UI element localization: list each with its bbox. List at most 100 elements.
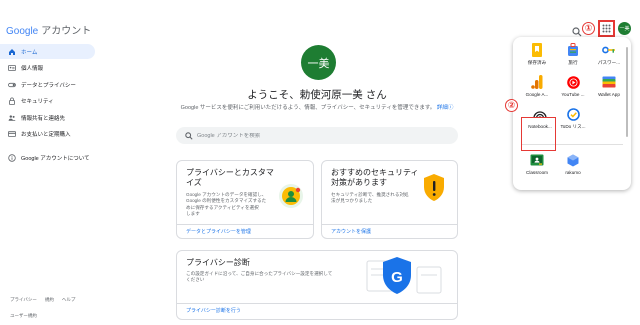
- apps-grid-icon: [602, 24, 611, 33]
- app-todo-list[interactable]: ToDo リス...: [556, 107, 590, 130]
- privacy-customization-card[interactable]: プライバシーとカスタマ イズ Google アカウントのデータを確認し、 Goo…: [176, 160, 314, 239]
- sidebar-item-label: 情報共有と連絡先: [21, 115, 66, 122]
- footer-link-user-terms[interactable]: ユーザー規約: [10, 313, 37, 319]
- logo-google-text: Google: [6, 26, 39, 37]
- desc-line: ください: [186, 277, 205, 283]
- sidebar-item-about[interactable]: Google アカウントについて: [0, 150, 95, 165]
- footer-link-terms[interactable]: 規約: [45, 297, 54, 303]
- welcome-heading: ようこそ、勅使河原一美 さん: [247, 89, 387, 101]
- desc-line: します: [186, 211, 200, 217]
- sidebar-item-label: セキュリティ: [21, 99, 54, 105]
- account-search-bar[interactable]: [176, 127, 458, 144]
- bookmark-icon: [530, 43, 544, 57]
- credit-card-icon: [8, 130, 16, 138]
- google-apps-panel: 保存済み 旅行 パスワー... Google A... YouTube ... …: [513, 37, 631, 190]
- app-passwords[interactable]: パスワー...: [592, 43, 626, 66]
- wallet-icon: [602, 75, 616, 89]
- rakumo-icon: [566, 153, 580, 167]
- card-title: プライバシー診断: [186, 258, 250, 267]
- desc-line: 法が見つかりました: [331, 198, 373, 204]
- annotation-step-2: ②: [505, 99, 518, 112]
- info-icon: [8, 153, 16, 162]
- sidebar-item-label: ホーム: [21, 49, 38, 56]
- key-icon: [602, 43, 616, 57]
- sidebar-item-sharing[interactable]: 情報共有と連絡先: [0, 110, 95, 125]
- footer-link-privacy[interactable]: プライバシー: [10, 297, 37, 303]
- analytics-icon: [530, 75, 544, 89]
- card-description: セキュリティ診断で、推奨される対処 法が見つかりました: [331, 192, 423, 205]
- protect-account-link[interactable]: アカウントを保護: [331, 228, 371, 235]
- subtitle-text: Google サービスを便利にご利用いただけるよう、情報、プライバシー、セキュリ…: [180, 105, 436, 111]
- desc-line: Google の利便性をカスタマイズするた: [186, 198, 267, 204]
- security-recommendations-card[interactable]: おすすめのセキュリティ 対策があります セキュリティ診断で、推奨される対処 法が…: [321, 160, 458, 239]
- app-label: rakumo: [565, 170, 581, 175]
- sidebar-item-label: 個人情報: [21, 66, 44, 72]
- sidebar-item-label: データとプライバシー: [21, 82, 76, 89]
- logo-account-text: アカウント: [41, 26, 92, 37]
- notebooklm-highlight: [521, 117, 556, 151]
- classroom-icon: [530, 153, 544, 167]
- card-title-line: イズ: [186, 178, 202, 187]
- privacy-checkup-illustration: G: [366, 257, 442, 294]
- lock-icon: [8, 97, 16, 105]
- manage-data-privacy-link[interactable]: データとプライバシーを管理: [186, 228, 251, 235]
- app-classroom[interactable]: Classroom: [520, 153, 554, 175]
- app-wallet[interactable]: Wallet App: [592, 75, 626, 97]
- app-label: 保存済み: [527, 60, 547, 65]
- tasks-icon: [566, 107, 580, 121]
- privacy-checkup-card[interactable]: プライバシー診断 この設定ガイドに沿って、ご自身に合ったプライバシー設定を選択し…: [176, 250, 458, 320]
- toggle-icon: [8, 81, 16, 89]
- svg-text:G: G: [391, 269, 403, 286]
- account-avatar-button[interactable]: 一美: [618, 22, 631, 35]
- account-search-input[interactable]: [197, 132, 437, 139]
- privacy-checkup-link[interactable]: プライバシー診断を行う: [186, 307, 241, 314]
- app-label: Classroom: [526, 170, 548, 175]
- apps-panel-scrollbar[interactable]: [626, 47, 628, 137]
- app-saved[interactable]: 保存済み: [520, 43, 554, 66]
- sidebar-item-label: Google アカウントについて: [21, 155, 90, 162]
- card-title-line: おすすめのセキュリティ: [331, 168, 419, 177]
- app-label: ToDo リス...: [560, 124, 586, 129]
- footer-links: プライバシー 規約 ヘルプ: [10, 297, 75, 303]
- sidebar-item-data-privacy[interactable]: データとプライバシー: [0, 77, 95, 92]
- app-label: Wallet App: [598, 92, 620, 97]
- search-icon: [185, 131, 193, 140]
- card-description: Google アカウントのデータを確認し、 Google の利便性をカスタマイズ…: [186, 192, 278, 218]
- desc-line: この設定ガイドに沿って、ご自身に合ったプライバシー設定を選択して: [186, 271, 333, 276]
- profile-avatar[interactable]: 一美: [301, 45, 336, 80]
- google-account-logo[interactable]: Google アカウント: [6, 22, 91, 37]
- sidebar-item-label: お支払いと定期購入: [21, 132, 71, 138]
- card-title-line: 対策があります: [331, 178, 387, 187]
- suitcase-icon: [566, 43, 580, 57]
- google-apps-button[interactable]: [598, 20, 615, 37]
- annotation-step-1: ①: [582, 22, 595, 35]
- welcome-subtitle: Google サービスを便利にご利用いただけるよう、情報、プライバシー、セキュリ…: [176, 103, 458, 111]
- sidebar-item-personal-info[interactable]: 個人情報: [0, 61, 95, 76]
- app-travel[interactable]: 旅行: [556, 43, 590, 66]
- app-label: パスワー...: [597, 60, 621, 65]
- card-description: この設定ガイドに沿って、ご自身に合ったプライバシー設定を選択して ください: [186, 271, 356, 284]
- search-icon[interactable]: [572, 24, 582, 37]
- id-card-icon: [8, 64, 16, 72]
- app-label: 旅行: [568, 60, 578, 65]
- learn-more-link[interactable]: 詳細ⓘ: [437, 105, 454, 111]
- app-youtube-music[interactable]: YouTube ...: [556, 75, 590, 97]
- sidebar-item-payments[interactable]: お支払いと定期購入: [0, 127, 95, 142]
- card-title: おすすめのセキュリティ 対策があります: [331, 168, 419, 188]
- home-icon: [8, 48, 16, 56]
- app-label: Google A...: [525, 92, 549, 97]
- sidebar-item-home[interactable]: ホーム: [0, 44, 95, 59]
- info-icon: ⓘ: [447, 105, 454, 111]
- learn-more-label: 詳細: [436, 105, 448, 111]
- warning-shield-icon: [424, 174, 444, 201]
- sidebar-nav: ホーム 個人情報 データとプライバシー セキュリティ 情報共有と連絡先 お支払い…: [0, 44, 95, 167]
- footer-link-help[interactable]: ヘルプ: [62, 297, 76, 303]
- youtube-music-icon: [566, 75, 580, 89]
- card-title: プライバシーとカスタマ イズ: [186, 168, 274, 188]
- sidebar-item-security[interactable]: セキュリティ: [0, 94, 95, 109]
- card-title-line: プライバシーとカスタマ: [186, 168, 274, 177]
- app-label: YouTube ...: [561, 92, 585, 97]
- people-icon: [8, 114, 16, 122]
- app-rakumo[interactable]: rakumo: [556, 153, 590, 175]
- app-google-analytics[interactable]: Google A...: [520, 75, 554, 97]
